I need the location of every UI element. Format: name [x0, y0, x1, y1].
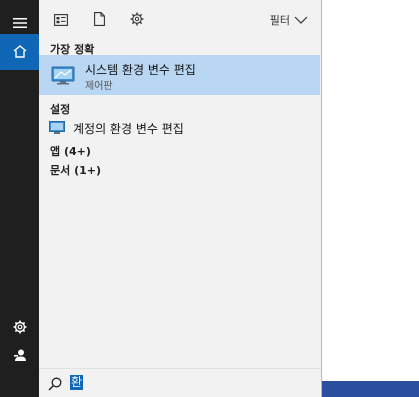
- document-icon: [93, 11, 105, 30]
- filter-label: 필터: [269, 14, 290, 27]
- settings-filter-button[interactable]: [128, 11, 146, 29]
- documents-heading[interactable]: 문서 (1+): [50, 162, 101, 178]
- gear-icon: [13, 319, 27, 338]
- search-results-panel: 필터 가장 정확 시스템 환경 변수 편집 제어판 설정 계정의 환경 변수 편…: [39, 0, 322, 397]
- search-input[interactable]: 환: [70, 375, 84, 390]
- apps-icon: [54, 11, 68, 30]
- hamburger-icon: [12, 13, 27, 32]
- best-match-result[interactable]: 시스템 환경 변수 편집 제어판: [39, 55, 320, 95]
- documents-filter-button[interactable]: [90, 11, 108, 29]
- monitor-icon: [49, 120, 65, 139]
- best-match-subtitle: 제어판: [85, 81, 113, 92]
- gear-icon: [130, 11, 144, 30]
- settings-result-label: 계정의 환경 변수 편집: [73, 122, 184, 136]
- search-box[interactable]: 환: [39, 368, 321, 397]
- apps-filter-button[interactable]: [52, 11, 70, 29]
- taskbar-fragment: [322, 381, 419, 397]
- filter-dropdown[interactable]: 필터: [270, 12, 308, 28]
- settings-result[interactable]: 계정의 환경 변수 편집: [39, 116, 320, 138]
- chevron-down-icon: [294, 14, 308, 27]
- home-icon: [13, 43, 27, 62]
- best-match-title: 시스템 환경 변수 편집: [85, 63, 196, 77]
- user-icon: [13, 347, 27, 366]
- apps-heading[interactable]: 앱 (4+): [50, 143, 91, 159]
- start-left-rail: [0, 0, 39, 397]
- home-button[interactable]: [0, 34, 39, 70]
- settings-heading: 설정: [50, 103, 71, 116]
- search-icon: [48, 376, 62, 395]
- monitor-settings-icon: [51, 63, 75, 91]
- user-button[interactable]: [0, 338, 39, 374]
- panel-toolbar: 필터: [39, 0, 322, 38]
